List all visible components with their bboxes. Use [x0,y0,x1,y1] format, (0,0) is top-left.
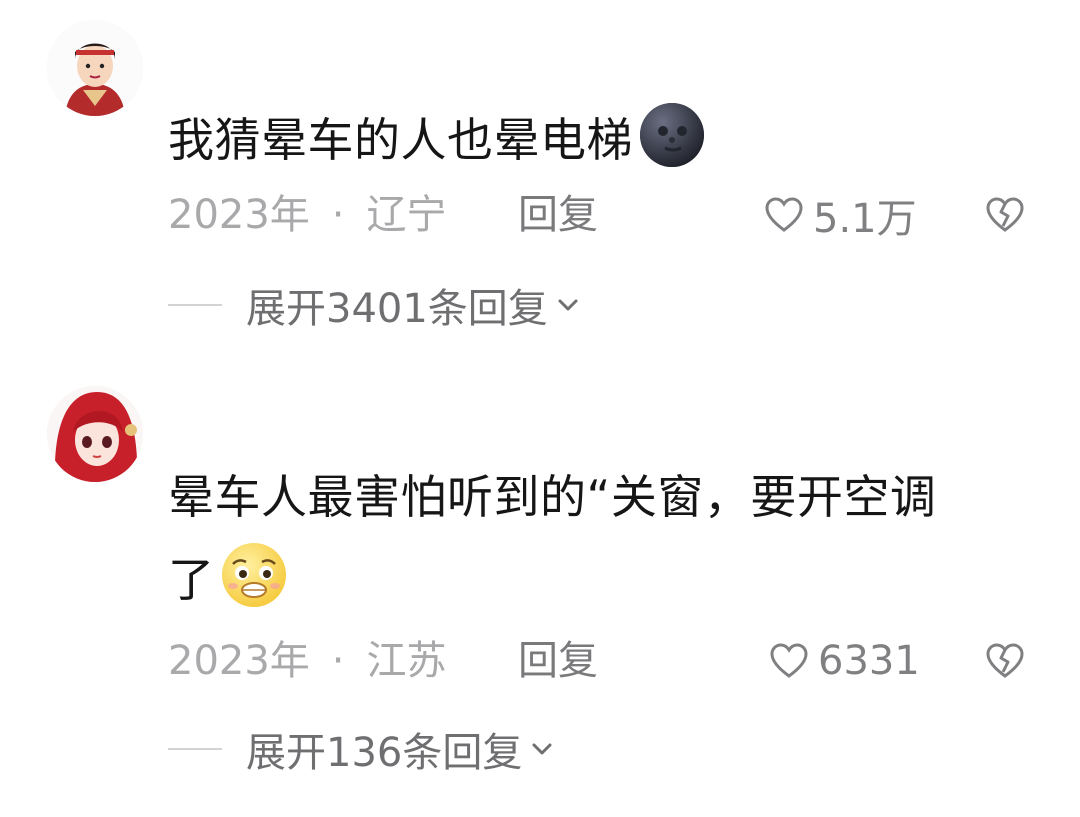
avatar[interactable] [47,20,143,116]
comment-year: 2023年 [168,192,310,238]
comment-body-line1: 晕车人最害怕听到的“关窗，要开空调 [168,470,937,524]
reply-button[interactable]: 回复 [518,190,598,240]
chevron-down-icon [532,743,552,755]
like-button[interactable]: 6331 [768,636,920,686]
comment-location: 江苏 [366,638,447,684]
avatar-illustration [47,20,143,116]
meta-separator: · [331,638,345,684]
dislike-button[interactable] [984,640,1026,682]
avatar-illustration [47,386,143,482]
like-button[interactable]: 5.1万 [763,190,917,242]
comment-year: 2023年 [168,638,310,684]
expand-replies-label: 展开136条回复 [246,730,523,776]
expand-replies-button[interactable]: 展开3401条回复 [168,280,582,332]
comment-location: 辽宁 [366,192,447,238]
comment-meta: 2023年 · 辽宁 [168,190,447,240]
chevron-down-icon [558,299,578,311]
expand-divider [168,304,222,306]
expand-replies-button[interactable]: 展开136条回复 [168,724,556,776]
avatar[interactable] [47,386,143,482]
comment-body: 我猜晕车的人也晕电梯 [168,113,633,167]
broken-heart-icon [986,643,1024,678]
meta-separator: · [331,192,345,238]
nauseated-face-icon [219,540,289,610]
comment-body-line2-wrap: 了 [168,540,1048,611]
like-count: 6331 [818,638,920,684]
comment-meta: 2023年 · 江苏 [168,636,447,686]
comment-text: 我猜晕车的人也晕电梯 [168,100,1048,171]
like-count: 5.1万 [813,196,917,242]
dislike-button[interactable] [984,194,1026,236]
reply-button[interactable]: 回复 [518,636,598,686]
heart-icon [770,643,808,678]
comment-body-line2: 了 [168,553,215,607]
heart-icon [765,197,803,232]
expand-replies-label: 展开3401条回复 [246,286,548,332]
broken-heart-icon [986,197,1024,232]
expand-divider [168,748,222,750]
comment-text: 晕车人最害怕听到的“关窗，要开空调 了 [168,466,1048,611]
new-moon-face-icon [637,100,707,170]
